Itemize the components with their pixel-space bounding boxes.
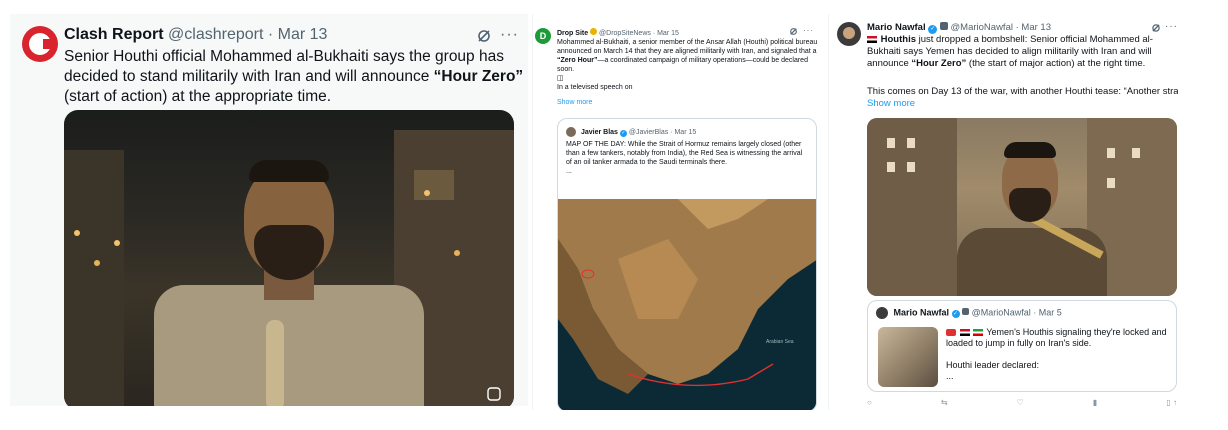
tweet-text-bold: “Hour Zero” bbox=[433, 68, 524, 85]
photo-person-body bbox=[957, 228, 1107, 296]
affiliate-badge-icon bbox=[962, 308, 970, 316]
photo-person-body bbox=[154, 285, 424, 406]
show-more-link[interactable]: Show more bbox=[867, 98, 915, 109]
bookmark-icon[interactable]: ▯ ↑ bbox=[1166, 398, 1177, 407]
tweet-text-part: (start of action) at the appropriate tim… bbox=[64, 88, 332, 105]
author-handle[interactable]: @DropSiteNews bbox=[599, 30, 651, 37]
tweet-clash-report[interactable]: Clash Report @clashreport · Mar 13 ··· S… bbox=[10, 14, 528, 406]
tweet-text-line2: In a televised speech on bbox=[557, 84, 633, 91]
tweet-text-part: Mohammed al-Bukhaiti, a senior member of… bbox=[557, 39, 818, 55]
quoted-tweet[interactable]: Mario Nawfal ✓ @MarioNawfal · Mar 5 Yeme… bbox=[867, 300, 1177, 392]
tweet-text-bold: “Zero Hour” bbox=[557, 57, 598, 64]
tweet-photo[interactable] bbox=[867, 118, 1177, 296]
quote-avatar[interactable] bbox=[566, 127, 576, 137]
quoted-tweet[interactable]: Javier Blas ✓ @JavierBlas · Mar 15 MAP O… bbox=[557, 118, 817, 410]
photo-building bbox=[414, 170, 454, 200]
quote-header: Mario Nawfal ✓ @MarioNawfal · Mar 5 bbox=[876, 307, 1062, 319]
action-bar: ○ ⇆ ♡ ▮ ▯ ↑ bbox=[867, 398, 1177, 407]
quote-text-body: MAP OF THE DAY: While the Strait of Horm… bbox=[566, 141, 803, 166]
tv-emoji-icon: ◫ bbox=[557, 75, 564, 82]
tweet-text-part: (the start of major action) at the right… bbox=[966, 58, 1146, 69]
tweet-text-bold: Houthis bbox=[880, 34, 916, 45]
photo-windows bbox=[887, 138, 895, 148]
tweet-date[interactable]: · Mar 13 bbox=[1016, 22, 1051, 33]
quote-ellipsis: ... bbox=[566, 168, 572, 175]
mario-nawfal-avatar[interactable] bbox=[837, 22, 861, 46]
views-icon[interactable]: ▮ bbox=[1093, 398, 1097, 407]
grok-icon[interactable] bbox=[1151, 23, 1161, 33]
map-label: Arabian Sea bbox=[766, 339, 794, 345]
verified-badge-icon: ✓ bbox=[951, 310, 960, 319]
show-more-link[interactable]: Show more bbox=[557, 99, 592, 106]
more-icon[interactable]: ··· bbox=[803, 26, 814, 35]
satellite-map[interactable]: Arabian Sea bbox=[558, 199, 816, 410]
photo-building bbox=[64, 150, 124, 406]
photo-person-hair bbox=[249, 160, 329, 182]
more-icon[interactable]: ··· bbox=[1165, 21, 1178, 32]
iran-flag-icon bbox=[973, 329, 984, 337]
author-name[interactable]: Mario Nawfal bbox=[867, 22, 926, 33]
author-handle[interactable]: @clashreport bbox=[168, 26, 263, 44]
verified-badge-icon: ✓ bbox=[619, 129, 627, 137]
quote-header: Javier Blas ✓ @JavierBlas · Mar 15 bbox=[566, 127, 696, 137]
alarm-emoji-icon bbox=[946, 329, 956, 337]
like-icon[interactable]: ♡ bbox=[1017, 398, 1024, 407]
quote-author-handle[interactable]: @JavierBlas bbox=[629, 129, 668, 136]
photo-building bbox=[867, 118, 957, 296]
gold-badge-icon bbox=[590, 28, 598, 35]
photo-dagger bbox=[266, 320, 284, 406]
quote-text: Yemen's Houthis signaling they're locked… bbox=[946, 327, 1174, 382]
grok-icon[interactable] bbox=[789, 27, 798, 36]
photo-person-beard bbox=[1009, 188, 1051, 222]
tweet-text-line2: This comes on Day 13 of the war, with an… bbox=[867, 86, 1178, 97]
clash-report-avatar[interactable] bbox=[22, 26, 58, 62]
quote-text: MAP OF THE DAY: While the Strait of Horm… bbox=[566, 140, 804, 176]
yemen-flag-icon bbox=[867, 35, 877, 43]
tweet-date[interactable]: · Mar 13 bbox=[268, 26, 328, 44]
tweet-header: Clash Report @clashreport · Mar 13 bbox=[64, 26, 327, 44]
drop-site-avatar[interactable]: D bbox=[535, 28, 551, 44]
author-handle[interactable]: @MarioNawfal bbox=[951, 22, 1013, 33]
photo-lights bbox=[74, 230, 80, 236]
quote-ellipsis: ... bbox=[946, 371, 954, 381]
tweet-mario-nawfal[interactable]: Mario Nawfal ✓ @MarioNawfal · Mar 13 ···… bbox=[828, 14, 1178, 410]
quote-text-body2: Houthi leader declared: bbox=[946, 360, 1040, 370]
photo-person-hair bbox=[1004, 142, 1056, 158]
reply-icon[interactable]: ○ bbox=[867, 398, 872, 407]
tweet-header: Mario Nawfal ✓ @MarioNawfal · Mar 13 bbox=[867, 22, 1051, 34]
tweet-text-bold: “Hour Zero” bbox=[911, 58, 967, 69]
expand-icon[interactable] bbox=[486, 386, 502, 402]
map-graphic bbox=[558, 199, 816, 410]
author-name[interactable]: Clash Report bbox=[64, 26, 164, 44]
quote-date[interactable]: · Mar 15 bbox=[670, 129, 696, 136]
quote-thumbnail[interactable] bbox=[878, 327, 938, 387]
grok-icon[interactable] bbox=[476, 28, 492, 44]
tweet-header: Drop Site @DropSiteNews · Mar 15 bbox=[557, 28, 679, 37]
affiliate-badge-icon bbox=[939, 22, 948, 30]
yemen-flag-icon bbox=[959, 329, 970, 337]
tweet-date[interactable]: · Mar 15 bbox=[653, 30, 679, 37]
tweet-drop-site[interactable]: D Drop Site @DropSiteNews · Mar 15 ··· M… bbox=[532, 14, 822, 410]
author-name[interactable]: Drop Site bbox=[557, 30, 588, 37]
quote-author-name[interactable]: Javier Blas bbox=[581, 129, 618, 136]
more-icon[interactable]: ··· bbox=[500, 26, 519, 44]
quote-avatar[interactable] bbox=[876, 307, 888, 319]
verified-badge-icon: ✓ bbox=[928, 25, 938, 34]
quote-date[interactable]: · Mar 5 bbox=[1033, 307, 1062, 317]
repost-icon[interactable]: ⇆ bbox=[941, 398, 948, 407]
tweet-photo[interactable] bbox=[64, 110, 514, 406]
quote-author-handle[interactable]: @MarioNawfal bbox=[972, 307, 1031, 317]
avatar-face bbox=[843, 27, 855, 39]
tweet-text: Senior Houthi official Mohammed al-Bukha… bbox=[64, 47, 524, 107]
tweet-text: Houthis just dropped a bombshell: Senior… bbox=[867, 34, 1175, 70]
quote-author-name[interactable]: Mario Nawfal bbox=[894, 307, 950, 317]
tweet-text: Mohammed al-Bukhaiti, a senior member of… bbox=[557, 38, 819, 92]
